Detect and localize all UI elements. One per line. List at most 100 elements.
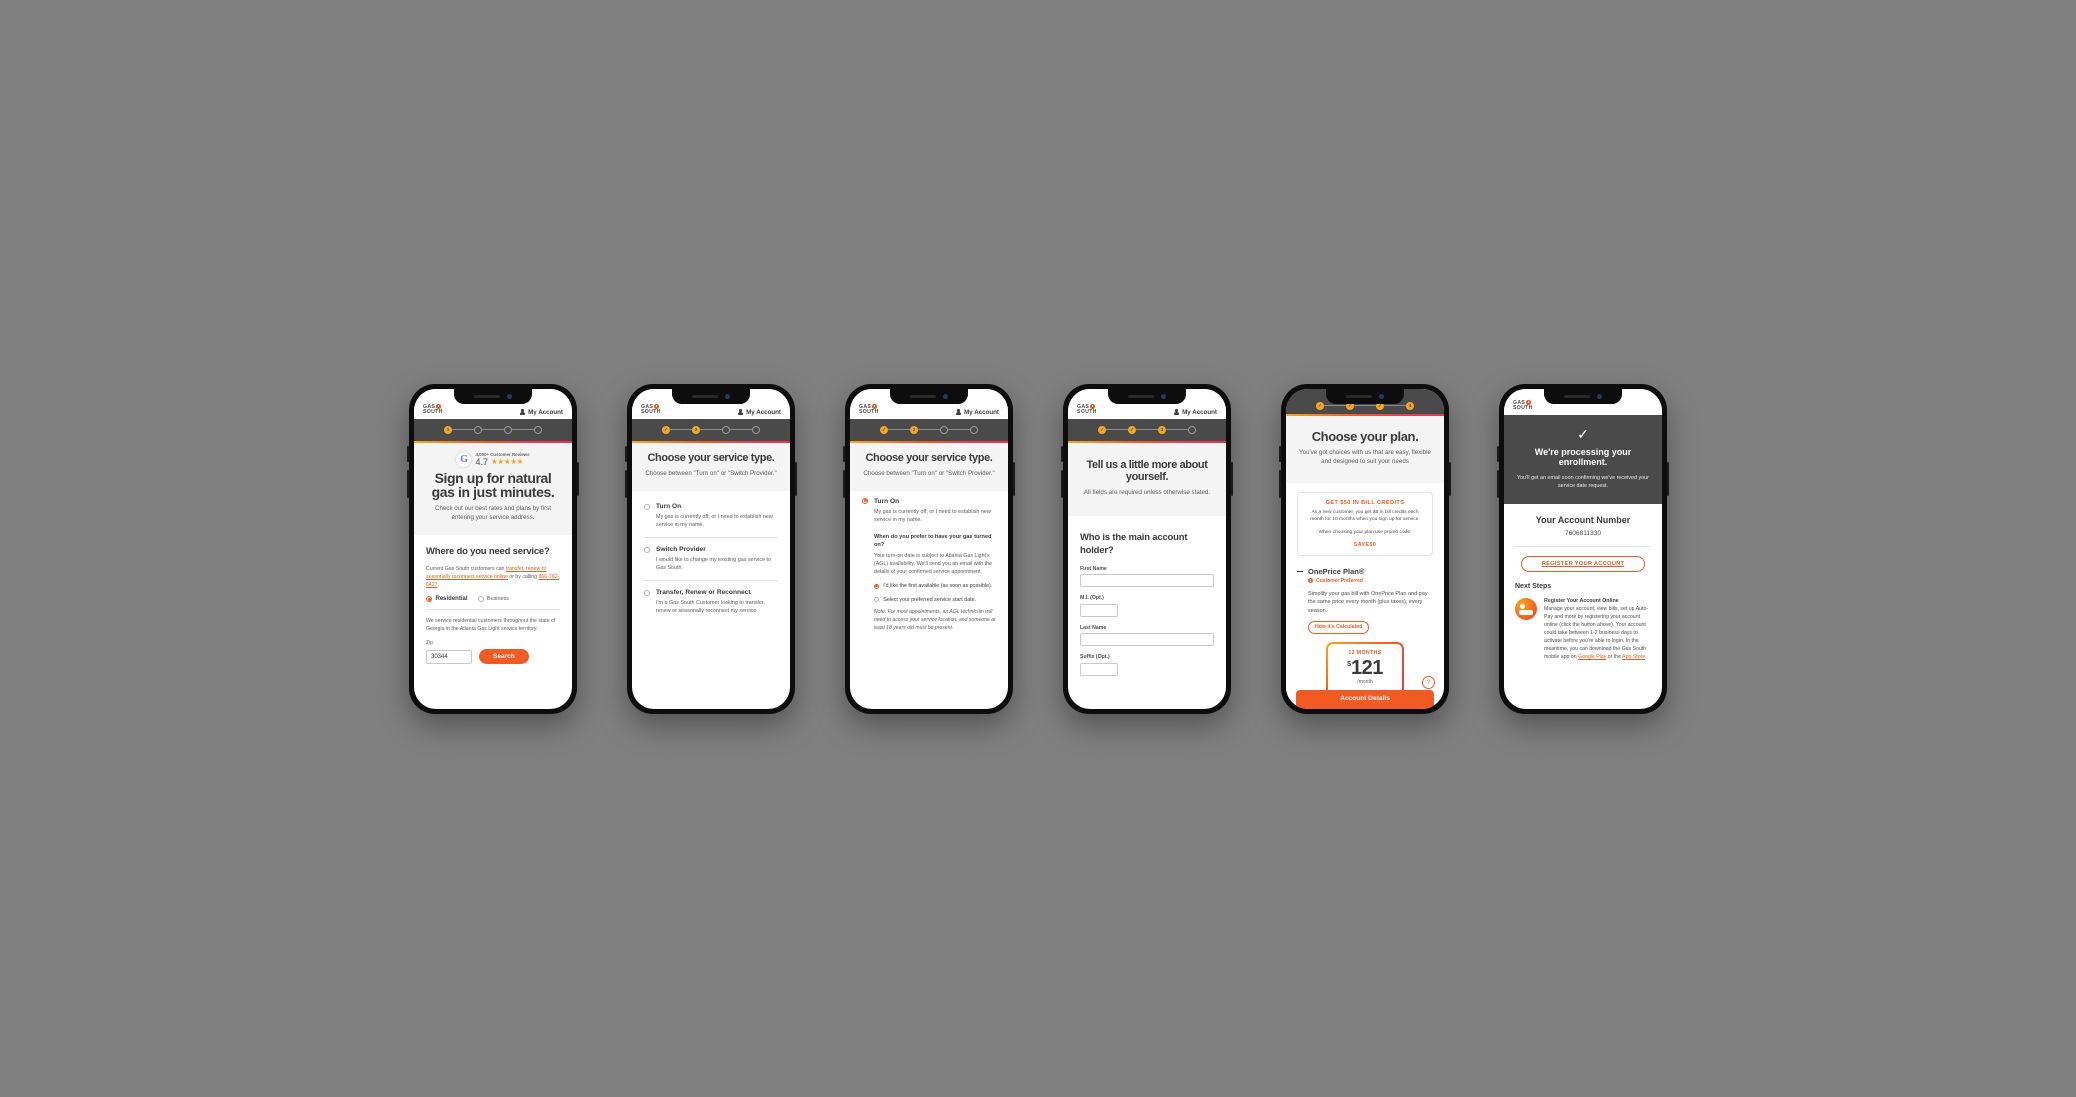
first-name-input[interactable] — [1080, 574, 1214, 588]
phone-screen: GAS SOUTH My Account ✓ 2 Choose your ser… — [632, 388, 790, 709]
how-its-calculated-button[interactable]: How it's Calculated — [1308, 620, 1370, 634]
phone-side-button — [577, 461, 579, 496]
logo-line-1: GAS — [1513, 400, 1526, 407]
option-switch-provider[interactable]: Switch Provider I would like to change m… — [644, 538, 778, 580]
step-1[interactable]: ✓ — [1316, 401, 1324, 410]
search-button[interactable]: Search — [479, 649, 529, 665]
option-switch-provider-desc: I would like to change my existing gas s… — [656, 557, 772, 572]
step-4[interactable] — [534, 425, 542, 434]
step-1[interactable]: ✓ — [880, 425, 888, 434]
help-icon[interactable]: ? — [1422, 675, 1435, 689]
step-4[interactable] — [1188, 425, 1196, 434]
radio-preferred-date-circle — [874, 597, 880, 603]
step-2[interactable]: 2 — [910, 425, 918, 434]
zip-input[interactable]: 30344 — [426, 649, 472, 664]
my-account-link[interactable]: My Account — [956, 409, 999, 416]
my-account-link[interactable]: My Account — [520, 409, 563, 416]
my-account-link[interactable]: My Account — [1174, 409, 1217, 416]
phone-screen: ✓ ✓ ✓ 4 Choose your plan. You've got cho… — [1286, 388, 1444, 709]
middle-initial-input[interactable] — [1080, 603, 1118, 617]
step-2[interactable]: 2 — [692, 425, 700, 434]
option-turn-on-heading: Turn On — [874, 497, 900, 505]
suffix-label: Suffix (Opt.) — [1080, 654, 1110, 661]
plan-per-month: /month — [1357, 678, 1373, 685]
last-name-input[interactable] — [1080, 633, 1214, 647]
logo-line-1: GAS — [859, 404, 872, 411]
radio-switch-provider-circle — [644, 547, 650, 554]
register-account-button[interactable]: REGISTER YOUR ACCOUNT — [1521, 555, 1645, 572]
flame-icon — [1526, 400, 1531, 405]
app-store-link[interactable]: App Store — [1622, 654, 1645, 660]
google-review-badge: G 4,000+ Customer Reviews 4.7 ★★★★★ — [426, 451, 560, 467]
page-title: Choose your service type. — [865, 451, 993, 464]
first-name-label: First Name — [1080, 565, 1107, 572]
option-turn-on-selected[interactable]: Turn On My gas is currently off, or I ne… — [862, 497, 996, 524]
promo-code-prefix: When choosing your plan use promo code: — [1318, 530, 1412, 536]
service-territory-note: We service residential customers through… — [426, 618, 556, 633]
step-1[interactable]: 1 — [444, 425, 452, 434]
step-4[interactable] — [970, 425, 978, 434]
step-connector — [918, 429, 940, 430]
option-transfer-renew[interactable]: Transfer, Renew or Reconnect I'm a Gas S… — [644, 581, 778, 623]
radio-business-label: Business — [487, 596, 509, 602]
radio-first-available[interactable]: I'd like the first available (as soon as… — [874, 583, 996, 591]
check-icon: ✓ — [1577, 425, 1589, 442]
radio-residential[interactable]: Residential — [426, 596, 468, 602]
step-3[interactable] — [722, 425, 730, 434]
gas-south-logo[interactable]: GAS SOUTH — [641, 404, 661, 415]
gas-south-logo[interactable]: GAS SOUTH — [1077, 404, 1097, 415]
flame-icon — [436, 404, 441, 409]
step-connector — [1166, 429, 1188, 430]
step-connector — [1324, 405, 1346, 406]
flame-icon — [872, 404, 877, 409]
plan-section: GET $50 IN BILL CREDITS As a new custome… — [1286, 491, 1444, 705]
step-connector — [948, 429, 970, 430]
radio-preferred-date-label: Select your preferred service start date… — [883, 596, 976, 603]
radio-preferred-date[interactable]: Select your preferred service start date… — [874, 597, 996, 605]
camera-icon — [1161, 393, 1166, 399]
google-play-link[interactable]: Google Play — [1578, 654, 1606, 660]
step-2[interactable]: ✓ — [1128, 425, 1136, 434]
plan-name: OnePrice Plan® — [1308, 566, 1365, 576]
camera-icon — [943, 393, 948, 399]
step-1[interactable]: ✓ — [1098, 425, 1106, 434]
phone-side-button — [1667, 461, 1669, 496]
phone-service-type-step: GAS SOUTH My Account ✓ 2 Choose your ser… — [625, 383, 797, 714]
hero-section: Choose your service type. Choose between… — [632, 442, 790, 491]
plan-term: 12 MONTHS — [1348, 649, 1382, 656]
collapse-icon[interactable] — [1297, 570, 1303, 572]
gas-south-logo[interactable]: GAS SOUTH — [1513, 400, 1533, 411]
step-connector — [1136, 429, 1158, 430]
address-form: Where do you need service? Current Gas S… — [414, 535, 572, 675]
step-1[interactable]: ✓ — [662, 425, 670, 434]
option-turn-on[interactable]: Turn On My gas is currently off, or I ne… — [644, 495, 778, 537]
phone-screen: GAS SOUTH ✓ We're processing your enroll… — [1504, 388, 1662, 709]
google-rating-value: 4.7 — [475, 456, 488, 467]
account-details-bar[interactable]: Account Details — [1296, 689, 1434, 709]
my-account-link[interactable]: My Account — [738, 409, 781, 416]
account-number-label: Your Account Number — [1535, 514, 1631, 525]
step-3[interactable]: 3 — [1158, 425, 1166, 434]
next-steps-label: Next Steps — [1515, 582, 1552, 590]
gas-south-logo[interactable]: GAS SOUTH — [859, 404, 879, 415]
next-step-body: Manage your account, view bills, set up … — [1544, 605, 1651, 661]
radio-business[interactable]: Business — [477, 596, 509, 602]
gas-south-logo[interactable]: GAS SOUTH — [423, 404, 443, 415]
plan-header[interactable]: OnePrice Plan® — [1297, 567, 1433, 576]
step-4[interactable]: 4 — [1406, 401, 1414, 410]
step-3[interactable] — [504, 425, 512, 434]
field-middle-initial: M.I. (Opt.) — [1080, 595, 1214, 617]
appointment-note: Note: For most appointments, an AGL tech… — [874, 609, 996, 631]
suffix-input[interactable] — [1080, 662, 1118, 676]
customer-preferred-badge: Customer Preferred — [1308, 578, 1433, 584]
logo-line-1: GAS — [641, 404, 654, 411]
person-icon — [520, 409, 526, 415]
phone-side-button — [1013, 461, 1015, 496]
step-3[interactable] — [940, 425, 948, 434]
zip-label: Zip — [426, 640, 433, 647]
progress-stepper: ✓ ✓ 3 — [1068, 418, 1226, 441]
step-4[interactable] — [752, 425, 760, 434]
step-2[interactable] — [474, 425, 482, 434]
progress-stepper: 1 — [414, 418, 572, 441]
logo-line-2: SOUTH — [1513, 405, 1533, 412]
